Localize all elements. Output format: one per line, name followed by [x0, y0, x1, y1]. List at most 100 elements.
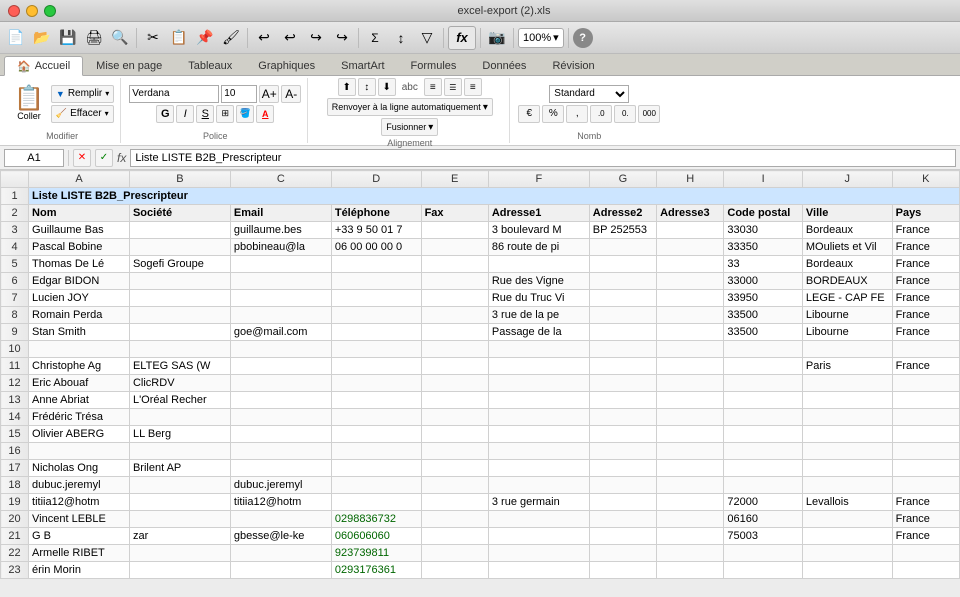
table-cell[interactable] [488, 528, 589, 545]
redo-icon[interactable]: ↪ [304, 26, 328, 50]
align-right-button[interactable]: ≡ [464, 78, 482, 96]
table-cell[interactable]: 3 rue de la pe [488, 307, 589, 324]
number-more-button[interactable]: 000 [638, 105, 660, 123]
font-color-button[interactable]: A [256, 105, 274, 123]
fill-color-button[interactable]: 🪣 [236, 105, 254, 123]
col-header-J[interactable]: J [802, 171, 892, 188]
number-format-select[interactable]: Standard [549, 85, 629, 103]
table-cell[interactable] [724, 477, 803, 494]
table-cell[interactable] [230, 358, 331, 375]
row-header-16[interactable]: 16 [1, 443, 29, 460]
table-cell[interactable] [589, 324, 656, 341]
row-header-12[interactable]: 12 [1, 375, 29, 392]
row-header-7[interactable]: 7 [1, 290, 29, 307]
table-cell[interactable]: France [892, 528, 959, 545]
font-name-input[interactable] [129, 85, 219, 103]
confirm-formula-button[interactable]: ✓ [95, 149, 113, 167]
table-cell[interactable] [892, 562, 959, 579]
camera-icon[interactable]: 📷 [485, 26, 509, 50]
table-cell[interactable] [129, 239, 230, 256]
table-cell[interactable] [589, 273, 656, 290]
table-cell[interactable]: 72000 [724, 494, 803, 511]
table-cell[interactable]: +33 9 50 01 7 [331, 222, 421, 239]
table-cell[interactable] [421, 273, 488, 290]
table-cell[interactable] [892, 443, 959, 460]
thousands-button[interactable]: , [566, 105, 588, 123]
table-cell[interactable] [657, 460, 724, 477]
table-cell[interactable]: France [892, 239, 959, 256]
table-cell[interactable]: 0298836732 [331, 511, 421, 528]
table-cell[interactable] [488, 443, 589, 460]
table-cell[interactable]: 33350 [724, 239, 803, 256]
tab-formules[interactable]: Formules [398, 55, 470, 75]
table-cell[interactable] [589, 562, 656, 579]
table-cell[interactable] [331, 307, 421, 324]
sort-icon[interactable]: ↕ [389, 26, 413, 50]
table-cell[interactable] [724, 460, 803, 477]
table-cell[interactable] [331, 358, 421, 375]
table-cell[interactable]: zar [129, 528, 230, 545]
table-cell[interactable]: Code postal [724, 205, 803, 222]
table-cell[interactable] [657, 290, 724, 307]
table-cell[interactable] [802, 375, 892, 392]
table-cell[interactable] [421, 562, 488, 579]
table-cell[interactable] [802, 341, 892, 358]
wrap-text-button[interactable]: Renvoyer à la ligne automatiquement ▾ [327, 98, 493, 116]
table-cell[interactable] [802, 477, 892, 494]
zoom-dropdown-icon[interactable]: ▾ [553, 31, 559, 44]
table-cell[interactable] [129, 477, 230, 494]
col-header-E[interactable]: E [421, 171, 488, 188]
zoom-control[interactable]: 100% ▾ [518, 28, 564, 48]
table-cell[interactable]: 0293176361 [331, 562, 421, 579]
table-cell[interactable] [892, 392, 959, 409]
table-cell[interactable] [488, 545, 589, 562]
table-cell[interactable] [589, 256, 656, 273]
row-header-6[interactable]: 6 [1, 273, 29, 290]
help-button[interactable]: ? [573, 28, 593, 48]
cut-icon[interactable]: ✂ [141, 26, 165, 50]
table-cell[interactable] [230, 562, 331, 579]
table-cell[interactable] [724, 443, 803, 460]
bold-button[interactable]: G [156, 105, 174, 123]
table-cell[interactable]: 3 boulevard M [488, 222, 589, 239]
table-cell[interactable] [230, 545, 331, 562]
save-icon[interactable]: 💾 [56, 26, 80, 50]
table-cell[interactable] [724, 341, 803, 358]
table-cell[interactable] [657, 341, 724, 358]
table-cell[interactable] [802, 443, 892, 460]
table-cell[interactable] [589, 494, 656, 511]
row-header-10[interactable]: 10 [1, 341, 29, 358]
table-cell[interactable] [892, 375, 959, 392]
table-cell[interactable]: Anne Abriat [29, 392, 130, 409]
function-icon[interactable]: fx [448, 26, 476, 50]
table-cell[interactable] [230, 443, 331, 460]
table-cell[interactable] [724, 426, 803, 443]
row-header-21[interactable]: 21 [1, 528, 29, 545]
minimize-button[interactable] [26, 5, 38, 17]
table-cell[interactable]: France [892, 273, 959, 290]
table-cell[interactable] [488, 409, 589, 426]
formula-input[interactable] [130, 149, 956, 167]
table-cell[interactable] [802, 511, 892, 528]
format-painter-icon[interactable]: 🖌 [219, 26, 243, 50]
table-cell[interactable] [129, 324, 230, 341]
table-cell[interactable] [421, 375, 488, 392]
print-icon[interactable]: 🖨 [82, 26, 106, 50]
row-header-15[interactable]: 15 [1, 426, 29, 443]
table-cell[interactable]: Thomas De Lé [29, 256, 130, 273]
table-cell[interactable]: BORDEAUX [802, 273, 892, 290]
table-cell[interactable] [657, 222, 724, 239]
table-cell[interactable]: titiia12@hotm [29, 494, 130, 511]
table-cell[interactable]: Passage de la [488, 324, 589, 341]
table-cell[interactable] [421, 426, 488, 443]
table-cell[interactable] [802, 562, 892, 579]
row-header-22[interactable]: 22 [1, 545, 29, 562]
paste-button[interactable]: 📋 Coller [10, 85, 48, 123]
table-cell[interactable]: érin Morin [29, 562, 130, 579]
table-cell[interactable]: Romain Perda [29, 307, 130, 324]
table-cell[interactable] [488, 511, 589, 528]
table-cell[interactable] [657, 307, 724, 324]
row-header-11[interactable]: 11 [1, 358, 29, 375]
table-cell[interactable] [724, 545, 803, 562]
table-cell[interactable]: Liste LISTE B2B_Prescripteur [29, 188, 960, 205]
